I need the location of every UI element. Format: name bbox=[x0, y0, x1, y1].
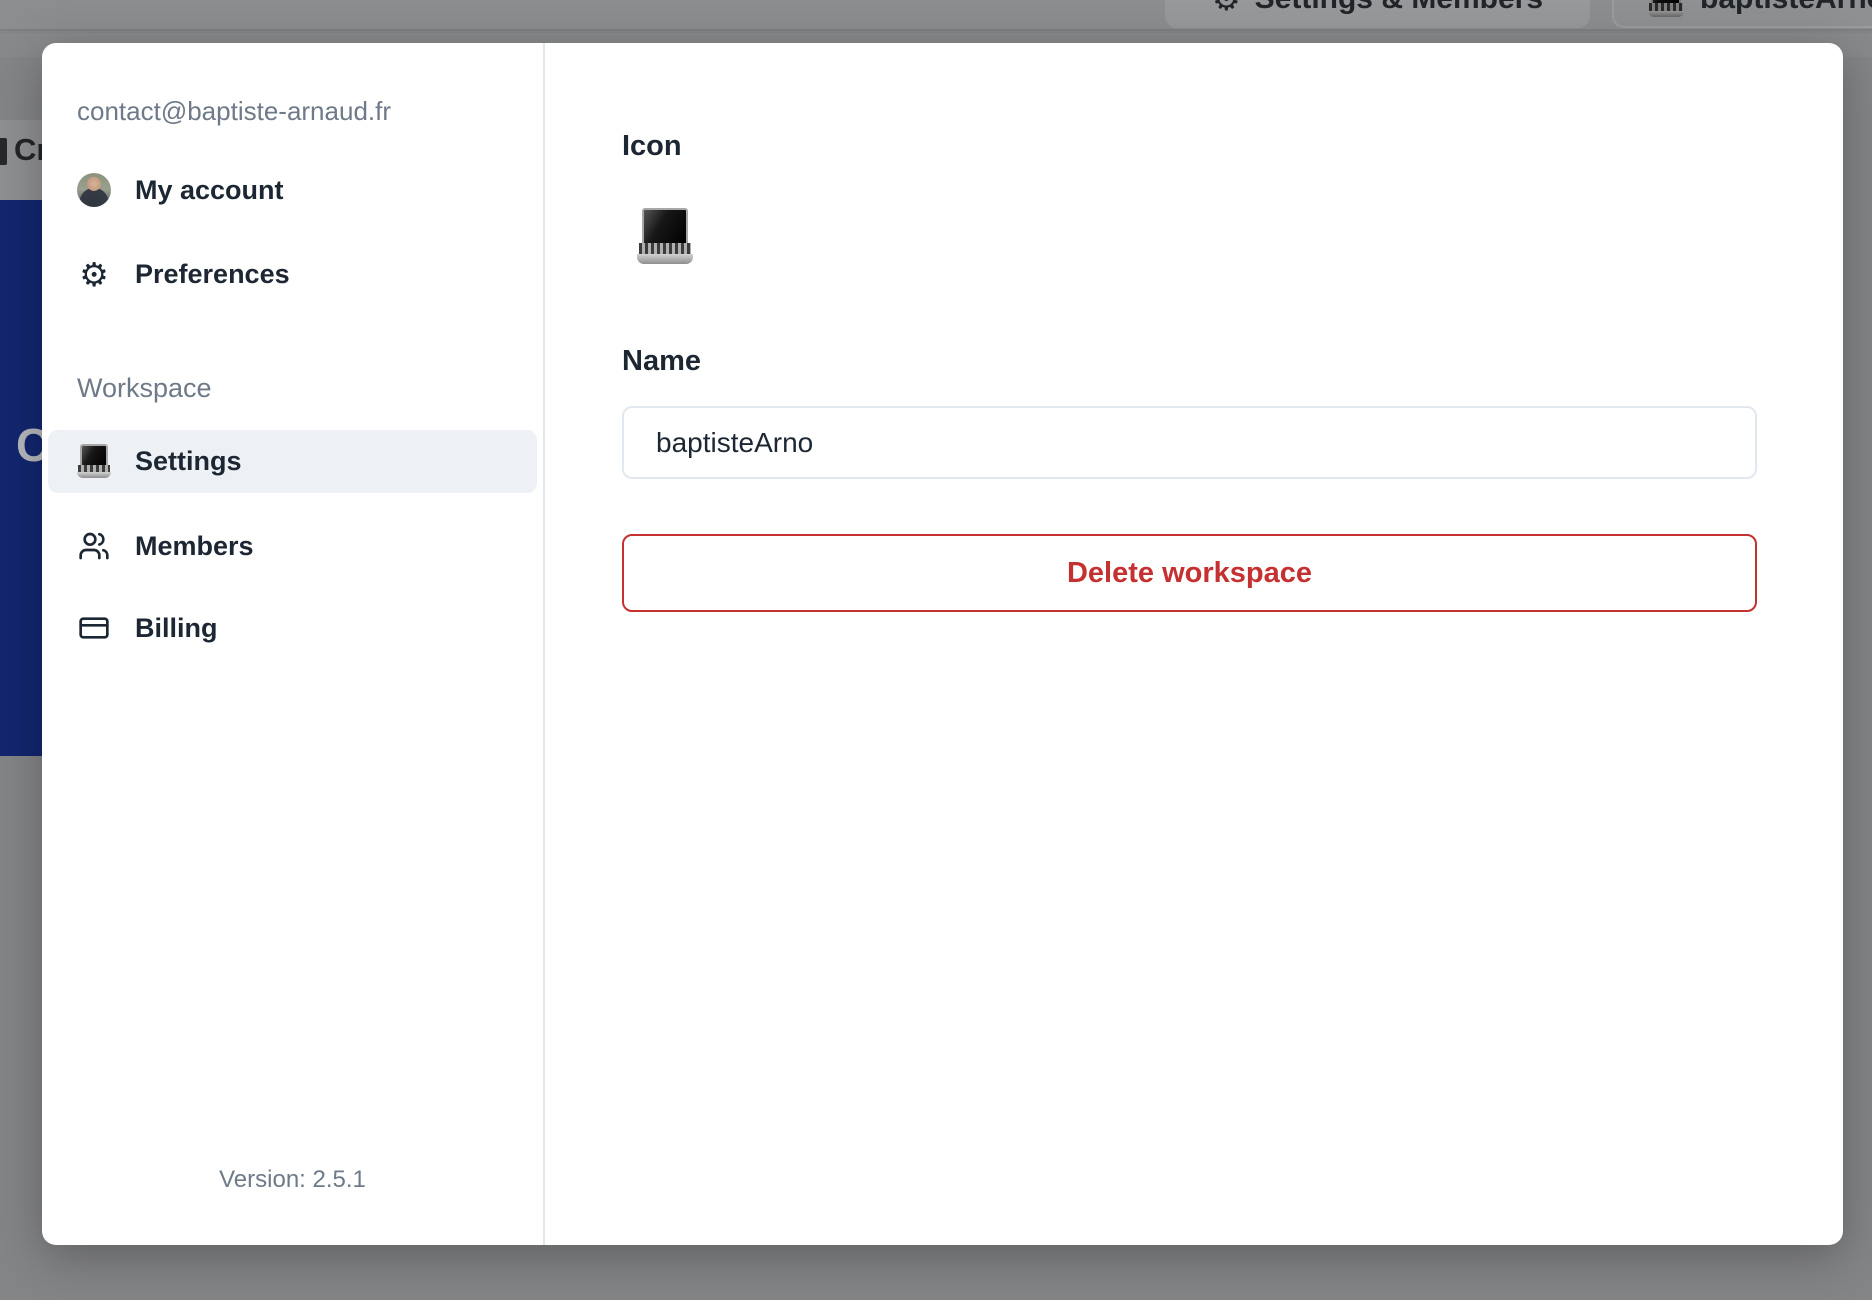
members-label: Members bbox=[135, 530, 254, 561]
settings-label: Settings bbox=[135, 445, 242, 476]
version-text: Version: 2.5.1 bbox=[219, 1166, 366, 1193]
modal-content: Icon Name Delete workspace bbox=[545, 43, 1843, 1245]
icon-section-title: Icon bbox=[622, 130, 682, 162]
app-screen: ⚙ Settings & Members baptisteArno Cr C c… bbox=[0, 0, 1872, 1300]
sidebar-item-preferences[interactable]: ⚙ Preferences bbox=[77, 250, 290, 298]
billing-label: Billing bbox=[135, 612, 218, 643]
my-account-label: My account bbox=[135, 174, 284, 205]
account-label: baptisteArno bbox=[1700, 0, 1872, 16]
settings-members-button[interactable]: ⚙ Settings & Members bbox=[1165, 0, 1590, 28]
sidebar-item-my-account[interactable]: My account bbox=[77, 166, 284, 214]
modal-sidebar: contact@baptiste-arnaud.fr My account ⚙ … bbox=[42, 43, 543, 1245]
background-toolbar bbox=[0, 0, 1872, 31]
sidebar-item-members[interactable]: Members bbox=[77, 522, 254, 570]
laptop-icon bbox=[77, 444, 111, 478]
settings-members-label: Settings & Members bbox=[1255, 0, 1543, 16]
settings-modal: contact@baptiste-arnaud.fr My account ⚙ … bbox=[42, 43, 1843, 1245]
workspace-section-title: Workspace bbox=[77, 373, 212, 403]
sidebar-item-billing[interactable]: Billing bbox=[77, 604, 218, 652]
preferences-label: Preferences bbox=[135, 258, 290, 289]
user-email: contact@baptiste-arnaud.fr bbox=[77, 96, 392, 126]
workspace-name-input[interactable] bbox=[622, 406, 1757, 479]
users-icon bbox=[77, 530, 111, 562]
background-tab-fragment bbox=[0, 138, 7, 165]
credit-card-icon bbox=[77, 612, 111, 644]
gear-icon: ⚙ bbox=[79, 254, 109, 294]
avatar bbox=[77, 173, 111, 207]
gear-icon: ⚙ bbox=[1212, 0, 1241, 15]
laptop-icon bbox=[1648, 0, 1684, 17]
account-menu-button[interactable]: baptisteArno bbox=[1612, 0, 1872, 28]
sidebar-item-settings[interactable]: Settings bbox=[77, 437, 242, 485]
name-section-title: Name bbox=[622, 345, 701, 377]
delete-workspace-label: Delete workspace bbox=[1066, 556, 1312, 589]
workspace-icon-laptop[interactable] bbox=[637, 208, 693, 264]
delete-workspace-button[interactable]: Delete workspace bbox=[622, 534, 1757, 612]
